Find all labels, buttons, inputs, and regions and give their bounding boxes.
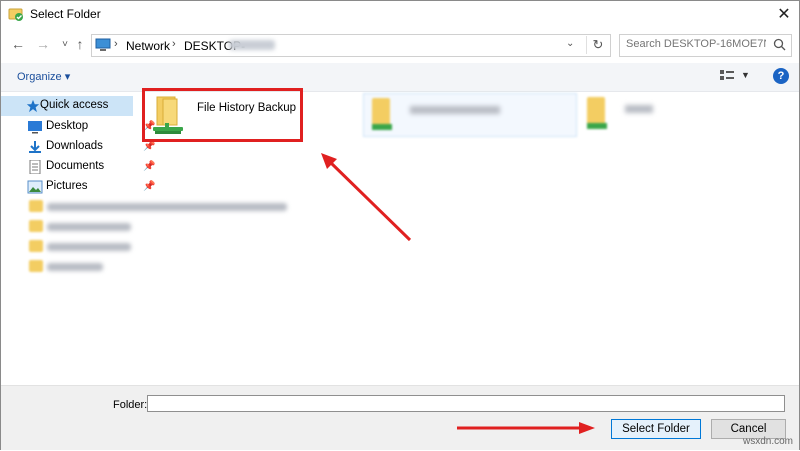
redacted-folder-item — [363, 93, 577, 137]
sidebar-item-label: Desktop — [46, 120, 89, 132]
sidebar-item-documents[interactable]: Documents 📌 — [23, 158, 155, 176]
forward-button[interactable]: → — [34, 34, 52, 54]
documents-icon — [29, 160, 41, 174]
command-bar: Organize ▾ ▼ ? — [1, 63, 799, 92]
folder-field-label: Folder: — [113, 399, 148, 411]
computer-icon — [95, 38, 111, 51]
search-input[interactable] — [626, 38, 766, 50]
pictures-icon — [27, 180, 43, 194]
sidebar-item-desktop[interactable]: Desktop 📌 — [23, 118, 155, 136]
watermark: wsxdn.com — [742, 436, 793, 447]
select-folder-button[interactable]: Select Folder — [611, 419, 701, 439]
search-box[interactable] — [619, 34, 792, 57]
back-button[interactable]: ← — [9, 34, 27, 54]
window-title: Select Folder — [30, 7, 101, 21]
redacted-folder-item — [583, 93, 703, 135]
star-icon — [26, 99, 40, 113]
breadcrumb-network[interactable]: Network — [126, 39, 170, 53]
close-button[interactable]: ✕ — [769, 1, 799, 27]
title-bar: Select Folder ✕ — [1, 1, 799, 27]
sidebar-item-quick-access[interactable]: Quick access — [1, 96, 133, 116]
view-options-icon[interactable] — [719, 69, 735, 83]
sidebar-item-label: Pictures — [46, 180, 88, 192]
sidebar-item-label: Quick access — [40, 99, 109, 111]
search-icon — [773, 38, 786, 51]
up-button[interactable]: ↑ — [71, 34, 89, 54]
folder-item-label: File History Backup — [197, 102, 297, 114]
address-bar[interactable]: › Network › DESKTOP- ⌄ ↻ — [91, 34, 611, 57]
download-icon — [29, 141, 41, 153]
back-arrow-icon: ← — [11, 36, 25, 52]
pin-icon: 📌 — [143, 141, 156, 152]
sidebar-item-pictures[interactable]: Pictures 📌 — [23, 178, 155, 196]
select-folder-dialog: Select Folder ✕ ← → ˅ ↑ › Network › DESK… — [0, 0, 800, 450]
help-icon[interactable]: ? — [773, 68, 789, 84]
pin-icon: 📌 — [143, 181, 156, 192]
refresh-icon: ↻ — [592, 37, 604, 52]
sidebar-item-label: Downloads — [46, 140, 103, 152]
pin-icon: 📌 — [143, 161, 156, 172]
arrow-to-folder-icon — [321, 153, 412, 242]
forward-arrow-icon: → — [36, 36, 50, 52]
close-icon: ✕ — [777, 6, 791, 23]
sidebar-item-label: Documents — [46, 160, 105, 172]
highlight-box — [142, 88, 303, 142]
chevron-down-icon: ˅ — [62, 38, 68, 50]
app-icon — [8, 8, 23, 21]
breadcrumb-separator-icon: › — [114, 38, 118, 50]
up-arrow-icon: ↑ — [76, 36, 84, 52]
refresh-button[interactable]: ↻ — [586, 36, 609, 54]
sidebar-item-downloads[interactable]: Downloads 📌 — [23, 138, 155, 156]
desktop-icon — [28, 121, 42, 134]
address-dropdown-icon[interactable]: ⌄ — [566, 38, 574, 49]
folder-field[interactable] — [147, 395, 785, 412]
breadcrumb-separator-icon: › — [172, 38, 176, 50]
redacted-computer-name — [229, 40, 275, 50]
view-dropdown-icon[interactable]: ▼ — [741, 70, 750, 80]
organize-menu[interactable]: Organize ▾ — [17, 70, 70, 83]
